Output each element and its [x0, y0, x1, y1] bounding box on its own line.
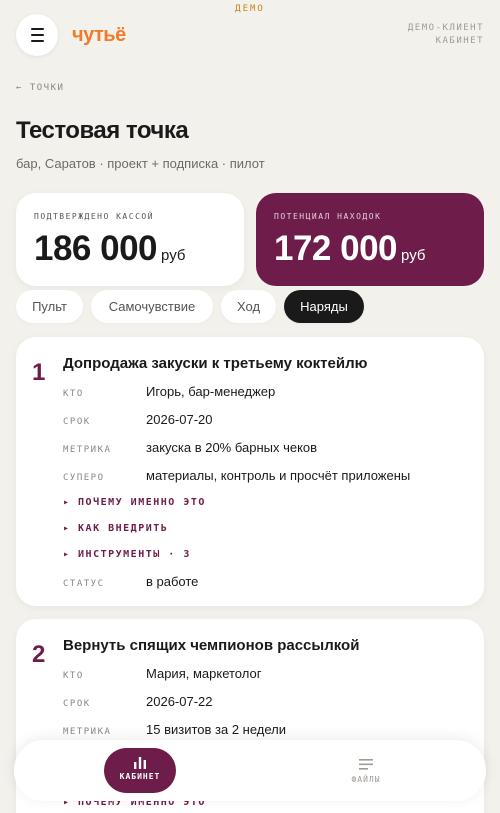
stat-number: 172 000: [274, 229, 398, 268]
field-key: МЕТРИКА: [63, 445, 112, 455]
field-value: материалы, контроль и просчёт приложены: [146, 468, 411, 483]
field-key: СРОК: [63, 417, 91, 427]
field-value: Мария, маркетолог: [146, 666, 262, 681]
tab-samochuvstvie[interactable]: Самочувствие: [91, 290, 213, 323]
order-title: Допродажа закуски к третьему коктейлю: [63, 355, 368, 372]
stat-card-confirmed: ПОДТВЕРЖДЕНО КАССОЙ 186 000 руб: [16, 193, 244, 286]
expander-why[interactable]: ▸ ПОЧЕМУ ИМЕННО ЭТО: [63, 497, 206, 508]
order-title: Вернуть спящих чемпионов рассылкой: [63, 637, 360, 654]
client-name: ДЕМО-КЛИЕНТ: [407, 23, 484, 33]
hamburger-line: [31, 34, 44, 36]
hamburger-line: [31, 40, 44, 42]
order-field-supero: СУПЕРО материалы, контроль и просчёт при…: [63, 468, 468, 488]
order-field-who: КТО Игорь, бар-менеджер: [63, 384, 468, 404]
header: чутьё ДЕМО-КЛИЕНТ КАБИНЕТ: [16, 14, 484, 56]
logo[interactable]: чутьё: [72, 24, 126, 47]
stat-card-potential: ПОТЕНЦИАЛ НАХОДОК 172 000 руб: [256, 193, 484, 286]
stat-unit: руб: [401, 247, 426, 264]
field-value: Игорь, бар-менеджер: [146, 384, 276, 399]
stat-value: 186 000 руб: [34, 229, 226, 269]
tab-naryady[interactable]: Наряды: [284, 290, 364, 323]
field-value: 2026-07-20: [146, 412, 213, 427]
nav-cabinet-label: КАБИНЕТ: [119, 772, 161, 781]
field-value: 15 визитов за 2 недели: [146, 722, 287, 737]
client-info: ДЕМО-КЛИЕНТ КАБИНЕТ: [408, 22, 484, 48]
field-value: закуска в 20% барных чеков: [146, 440, 318, 455]
order-field-deadline: СРОК 2026-07-20: [63, 412, 468, 432]
field-key: КТО: [63, 389, 84, 399]
order-field-who: КТО Мария, маркетолог: [63, 666, 468, 686]
stat-unit: руб: [161, 247, 186, 264]
field-key: СУПЕРО: [63, 473, 105, 483]
field-key: МЕТРИКА: [63, 727, 112, 737]
page-title: Тестовая точка: [16, 117, 189, 144]
breadcrumb-back-link[interactable]: ← ТОЧКИ: [16, 83, 64, 93]
demo-tag: ДЕМО: [235, 4, 265, 14]
order-field-metric: МЕТРИКА закуска в 20% барных чеков: [63, 440, 468, 460]
nav-cabinet-button[interactable]: КАБИНЕТ: [104, 748, 176, 793]
field-key: СРОК: [63, 699, 91, 709]
field-key: СТАТУС: [63, 579, 105, 589]
nav-files-label: ФАЙЛЫ: [351, 775, 381, 784]
order-field-status: СТАТУС в работе: [63, 574, 468, 594]
tab-pult[interactable]: Пульт: [16, 290, 83, 323]
stat-label: ПОТЕНЦИАЛ НАХОДОК: [274, 212, 382, 221]
order-field-metric: МЕТРИКА 15 визитов за 2 недели: [63, 722, 468, 742]
order-number: 2: [32, 641, 46, 668]
expander-how[interactable]: ▸ КАК ВНЕДРИТЬ: [63, 523, 168, 534]
client-section: КАБИНЕТ: [435, 36, 484, 46]
expander-tools[interactable]: ▸ ИНСТРУМЕНТЫ · 3: [63, 549, 191, 560]
nav-files-button[interactable]: ФАЙЛЫ: [328, 754, 404, 784]
tab-khod[interactable]: Ход: [221, 290, 276, 323]
menu-button[interactable]: [16, 14, 58, 56]
bottom-navigation: КАБИНЕТ ФАЙЛЫ: [14, 740, 486, 801]
stat-label: ПОДТВЕРЖДЕНО КАССОЙ: [34, 212, 155, 221]
field-value: 2026-07-22: [146, 694, 213, 709]
lines-list-icon: [359, 759, 373, 770]
page-subtitle: бар, Саратов · проект + подписка · пилот: [16, 156, 265, 171]
order-number: 1: [32, 359, 46, 386]
order-card: 1 Допродажа закуски к третьему коктейлю …: [16, 337, 484, 606]
order-field-deadline: СРОК 2026-07-22: [63, 694, 468, 714]
field-key: КТО: [63, 671, 84, 681]
hamburger-menu-icon: [31, 28, 44, 30]
bar-chart-icon: [134, 757, 146, 769]
stat-value: 172 000 руб: [274, 229, 466, 269]
stat-number: 186 000: [34, 229, 158, 268]
status-value: в работе: [146, 574, 199, 589]
